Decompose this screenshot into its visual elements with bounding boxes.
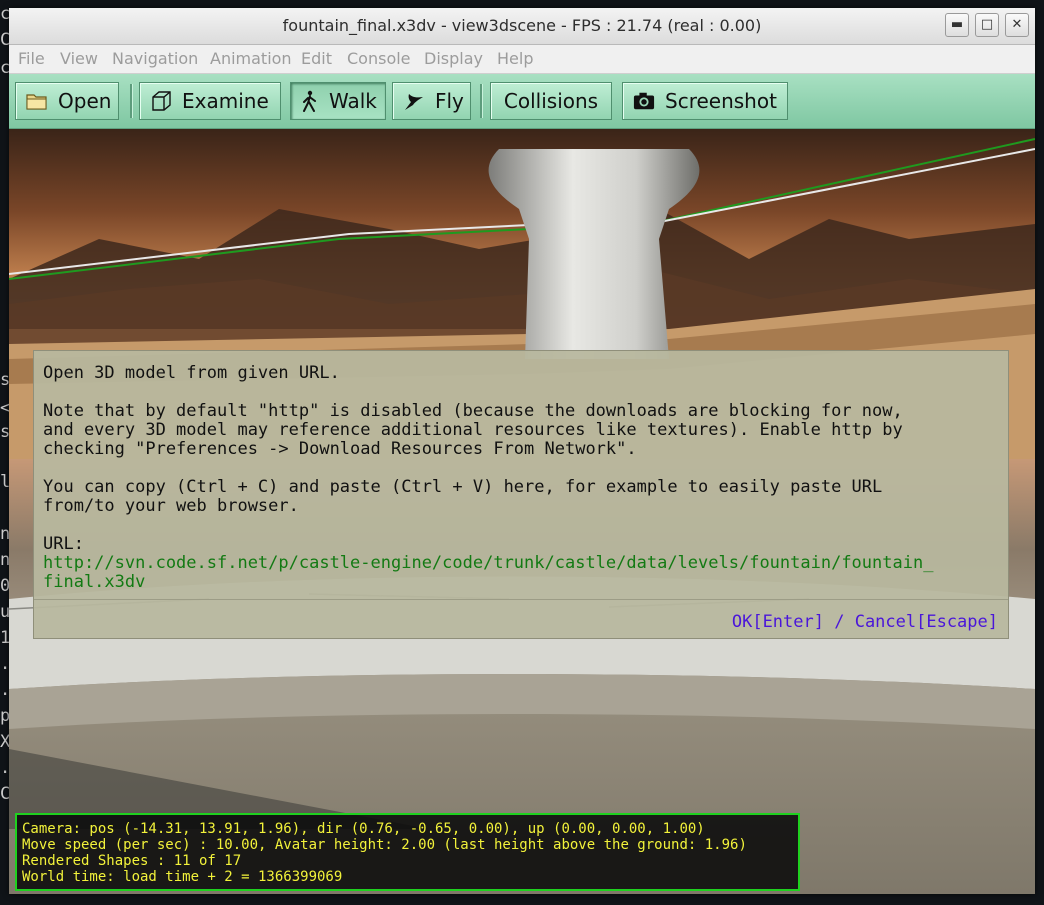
minimize-button[interactable]: ▬	[945, 13, 969, 37]
walk-button[interactable]: Walk	[290, 82, 386, 120]
title-bar[interactable]: fountain_final.x3dv - view3dscene - FPS …	[9, 8, 1035, 45]
status-speed: Move speed (per sec) : 10.00, Avatar hei…	[22, 837, 747, 853]
fly-label: Fly	[435, 89, 464, 113]
menu-bar: File View Navigation Animation Edit Cons…	[9, 45, 1035, 74]
dialog-divider	[34, 599, 1008, 600]
examine-button[interactable]: Examine	[139, 82, 281, 120]
app-window: fountain_final.x3dv - view3dscene - FPS …	[9, 8, 1035, 894]
dialog-note-line-1: Note that by default "http" is disabled …	[43, 401, 903, 421]
menu-help[interactable]: Help	[497, 49, 533, 68]
url-label: URL:	[43, 534, 84, 554]
open-label: Open	[58, 89, 112, 113]
cancel-button[interactable]: Cancel[Escape]	[855, 612, 998, 632]
3d-viewport[interactable]: Open 3D model from given URL. Note that …	[9, 129, 1035, 894]
ok-button[interactable]: OK[Enter]	[732, 612, 824, 632]
collisions-label: Collisions	[503, 89, 599, 113]
close-button[interactable]: ✕	[1005, 13, 1029, 37]
menu-animation[interactable]: Animation	[210, 49, 292, 68]
menu-display[interactable]: Display	[424, 49, 483, 68]
url-input-line-1[interactable]: http://svn.code.sf.net/p/castle-engine/c…	[43, 554, 933, 573]
screenshot-button[interactable]: Screenshot	[622, 82, 788, 120]
screenshot-label: Screenshot	[665, 89, 777, 113]
camera-icon	[633, 90, 655, 112]
menu-edit[interactable]: Edit	[301, 49, 332, 68]
status-time: World time: load time + 2 = 1366399069	[22, 869, 343, 885]
dialog-copy-line-1: You can copy (Ctrl + C) and paste (Ctrl …	[43, 477, 883, 497]
walk-label: Walk	[329, 89, 377, 113]
status-camera: Camera: pos (-14.31, 13.91, 1.96), dir (…	[22, 821, 705, 837]
dialog-actions: OK[Enter] / Cancel[Escape]	[732, 612, 998, 632]
url-input-line-2[interactable]: final.x3dv	[43, 573, 145, 592]
action-separator: /	[823, 612, 855, 632]
window-title: fountain_final.x3dv - view3dscene - FPS …	[282, 16, 762, 35]
toolbar-separator	[130, 84, 133, 118]
dialog-note-line-3: checking "Preferences -> Download Resour…	[43, 439, 637, 459]
menu-navigation[interactable]: Navigation	[112, 49, 198, 68]
examine-label: Examine	[182, 89, 269, 113]
menu-view[interactable]: View	[60, 49, 98, 68]
cube-icon	[150, 90, 172, 112]
dialog-heading: Open 3D model from given URL.	[43, 363, 340, 383]
fly-button[interactable]: Fly	[392, 82, 471, 120]
status-shapes: Rendered Shapes : 11 of 17	[22, 853, 242, 869]
maximize-button[interactable]: □	[975, 13, 999, 37]
walking-person-icon	[301, 90, 319, 112]
folder-icon	[26, 90, 48, 112]
toolbar-separator	[480, 84, 483, 118]
menu-console[interactable]: Console	[347, 49, 411, 68]
menu-file[interactable]: File	[18, 49, 45, 68]
open-url-dialog: Open 3D model from given URL. Note that …	[33, 350, 1009, 639]
bird-icon	[403, 90, 425, 112]
toolbar: Open Examine Walk Fly Collisions Screens…	[9, 74, 1035, 129]
open-button[interactable]: Open	[15, 82, 119, 120]
dialog-copy-line-2: from/to your web browser.	[43, 496, 299, 516]
status-overlay: Camera: pos (-14.31, 13.91, 1.96), dir (…	[15, 813, 800, 891]
dialog-note-line-2: and every 3D model may reference additio…	[43, 420, 903, 440]
collisions-button[interactable]: Collisions	[490, 82, 612, 120]
